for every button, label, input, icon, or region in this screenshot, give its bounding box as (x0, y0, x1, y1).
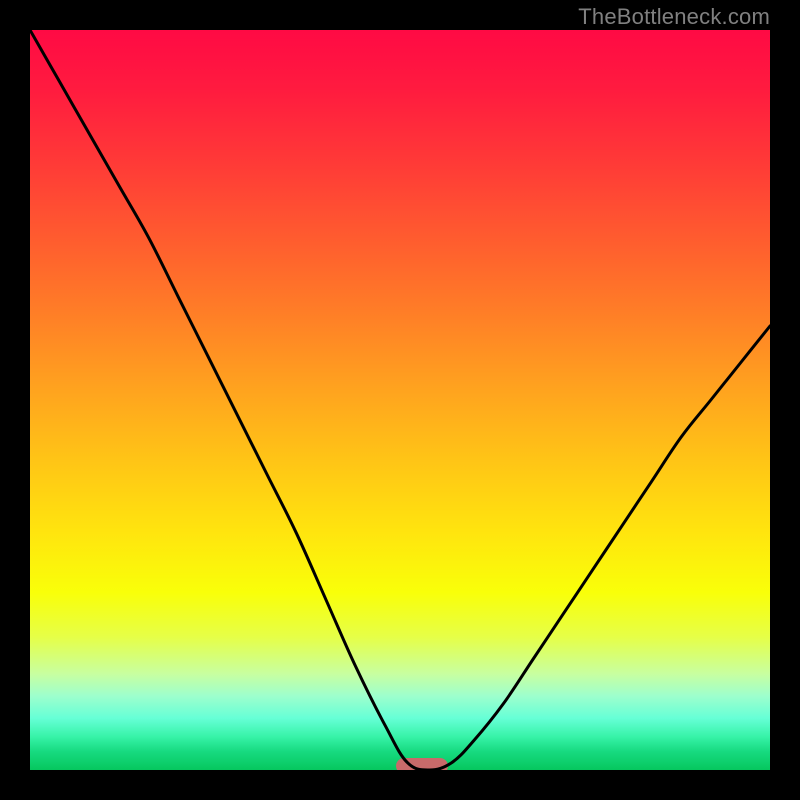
plot-area (30, 30, 770, 770)
curve-path (30, 30, 770, 770)
chart-frame: TheBottleneck.com (0, 0, 800, 800)
attribution-text: TheBottleneck.com (578, 4, 770, 30)
bottleneck-curve (30, 30, 770, 770)
